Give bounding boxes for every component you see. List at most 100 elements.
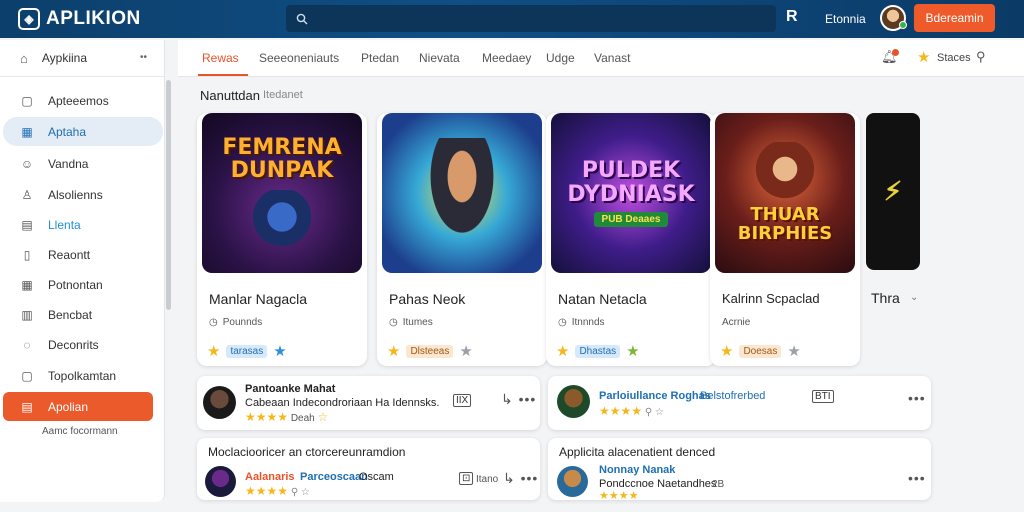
star-icon: ★: [207, 343, 221, 360]
app-card[interactable]: THUAR BIRPHIES Kalrinn Scpaclad Acrnie ★…: [710, 113, 860, 366]
rating-pill: Dhastas: [575, 344, 621, 358]
avatar: [557, 385, 590, 418]
sidebar-item-7[interactable]: ▦ Potnontan: [3, 270, 163, 299]
list-item[interactable]: Parloiullance Roghas Belstofrerbed ★★★★ …: [548, 376, 931, 430]
app-logo[interactable]: ◈ APLIKION: [18, 8, 141, 30]
sidebar-item-4[interactable]: ♙ Alsolienns: [3, 180, 163, 209]
list-item-name: Nonnay Nanak: [599, 464, 676, 476]
sidebar-item-active[interactable]: ▤ Apolian: [3, 392, 153, 421]
more-icon[interactable]: •••: [908, 390, 926, 406]
tab-4[interactable]: Nievata: [419, 51, 460, 65]
rating-pill: tarasas: [226, 344, 268, 358]
pin-icon: ◌: [23, 337, 31, 352]
search-icon: [296, 13, 308, 24]
sidebar-scrollbar[interactable]: [166, 80, 171, 310]
tab-5[interactable]: Meedaey: [482, 51, 531, 65]
chart-icon: ▥: [21, 307, 33, 322]
chevron-down-icon[interactable]: ⌄: [910, 292, 918, 303]
app-name: Kalrinn Scpaclad: [722, 291, 820, 306]
app-card[interactable]: PULDEK DYDNIASK PUB Deaaes Natan Netacla…: [546, 113, 716, 366]
app-card-artwork: PULDEK DYDNIASK PUB Deaaes: [551, 113, 711, 273]
star-icon: ★: [459, 343, 473, 360]
list-item-badge-icon: ⊡: [459, 472, 474, 485]
artwork-title: PULDEK DYDNIASK: [567, 158, 695, 207]
app-rating: ★ Dhastas ★: [556, 342, 640, 360]
tab-3[interactable]: Ptedan: [361, 51, 399, 65]
star-icon: ★: [387, 343, 401, 360]
app-card[interactable]: Pahas Neok ◷ Itumes ★ Dlsteeas ★: [377, 113, 547, 366]
sidebar-item-label: Aptaha: [48, 124, 87, 139]
more-icon[interactable]: ↳ •••: [503, 470, 538, 487]
star-icon: ☆: [317, 410, 329, 424]
doc-icon: ▢: [21, 368, 33, 383]
tab-7[interactable]: Vanast: [594, 51, 630, 65]
home-icon: ⌂: [20, 50, 28, 66]
list-item[interactable]: Moclaciooricer an ctorcereunramdion Aala…: [197, 438, 540, 500]
more-icon[interactable]: •••: [908, 470, 926, 486]
list-item-rating: ★★★★: [599, 489, 638, 502]
search-input[interactable]: [316, 11, 746, 26]
lightning-icon: ⚡︎: [883, 176, 903, 206]
sidebar-footer: Aamc focormann: [42, 426, 118, 437]
chart-icon: ▦: [21, 124, 33, 139]
character-figure: [247, 190, 317, 251]
sidebar-item-label: Apolian: [48, 399, 89, 414]
list-icon: ▤: [21, 399, 33, 414]
avatar: [205, 466, 236, 497]
list-item-title: Moclaciooricer an ctorcereunramdion: [208, 445, 406, 459]
top-action-button[interactable]: Bdereamin: [914, 4, 995, 32]
toolbar-label[interactable]: Staces: [937, 52, 971, 64]
app-meta-text: Itumes: [402, 317, 433, 328]
app-meta-text: Pounnds: [222, 317, 263, 328]
sidebar-item-label: Deconrits: [48, 337, 99, 352]
top-bar: ◈ APLIKION R Etonnia Bdereamin: [0, 0, 1024, 38]
list-item-name: Aalanaris: [245, 471, 295, 483]
list-item[interactable]: Applicita alacenatient denced Nonnay Nan…: [548, 438, 931, 502]
app-card-artwork: FEMRENA DUNPAK: [202, 113, 362, 273]
app-meta: Acrnie: [722, 317, 750, 328]
r-icon[interactable]: R: [786, 8, 798, 26]
app-card-partial[interactable]: ⚡︎: [866, 113, 920, 270]
clock-icon: ◷: [209, 317, 218, 328]
app-card[interactable]: FEMRENA DUNPAK Manlar Nagacla ◷ Pounnds ★…: [197, 113, 367, 366]
sidebar-item-2[interactable]: ▦ Aptaha: [3, 117, 163, 146]
star-icon: ★★★★: [245, 484, 289, 498]
star-icon: ★: [787, 343, 801, 360]
sidebar-item-label: Bencbat: [48, 307, 93, 322]
sidebar-header[interactable]: ⌂ Aypkiina ••: [0, 40, 164, 77]
tab-2[interactable]: Seeeoneniauts: [259, 51, 339, 65]
sidebar-item-10[interactable]: ▢ Topolkamtan: [3, 361, 163, 390]
sidebar-item-label: Apteeemos: [48, 93, 109, 108]
list-item-desc: Cabeaan Indecondroriaan Ha Idennsks.: [245, 397, 440, 409]
sidebar-item-6[interactable]: ▯ Reaontt: [3, 240, 163, 269]
list-item-desc: Belstofrerbed: [700, 390, 766, 402]
character-figure: [750, 142, 820, 203]
app-rating: ★ tarasas ★: [207, 342, 287, 360]
clock-icon: ◷: [389, 317, 398, 328]
active-tab-indicator: [198, 74, 248, 76]
search-small-icon[interactable]: ⚲: [976, 49, 986, 65]
app-rating: ★ Doesas ★: [720, 342, 801, 360]
list-item[interactable]: Pantoanke Mahat Cabeaan Indecondroriaan …: [197, 376, 540, 430]
more-icon[interactable]: ↳ •••: [501, 391, 536, 408]
app-name: Thra: [871, 290, 900, 306]
chevron-icon[interactable]: ••: [140, 52, 147, 63]
sidebar-item-3[interactable]: ☺ Vandna: [3, 149, 163, 178]
sidebar-item-9[interactable]: ◌ Deconrits: [3, 330, 163, 359]
user-name[interactable]: Etonnia: [825, 12, 866, 26]
sidebar-item-8[interactable]: ▥ Bencbat: [3, 300, 163, 329]
app-name: Natan Netacla: [558, 291, 647, 307]
tab-6[interactable]: Udge: [546, 51, 575, 65]
list-item-title: Applicita alacenatient denced: [559, 445, 716, 459]
sidebar-item-1[interactable]: ▢ Apteeemos: [3, 86, 163, 115]
app-meta-text: Acrnie: [722, 317, 751, 328]
user-icon: ♙: [21, 187, 33, 202]
list-item-title: Pantoanke Mahat: [245, 383, 336, 395]
list-item-extra: Oscam: [359, 471, 394, 483]
star-icon[interactable]: ★: [917, 48, 930, 66]
search-bar[interactable]: [286, 5, 776, 32]
sidebar-item-label: Reaontt: [48, 247, 91, 262]
tab-1[interactable]: Rewas: [202, 51, 239, 65]
list-item-badge: BTI: [812, 390, 834, 403]
sidebar-item-5[interactable]: ▤ Llenta: [3, 210, 163, 239]
